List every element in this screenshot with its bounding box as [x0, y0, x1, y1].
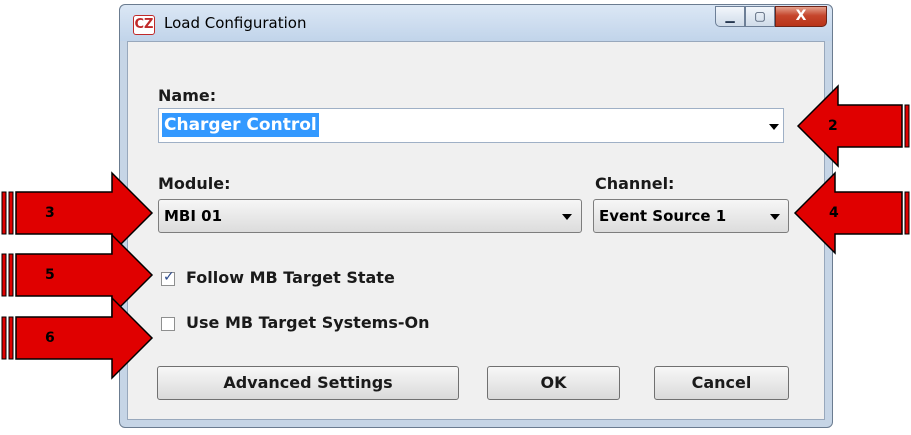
cancel-button[interactable]: Cancel	[654, 366, 789, 400]
annotation-number-5: 5	[45, 267, 55, 283]
name-combobox[interactable]: Charger Control	[158, 108, 784, 143]
advanced-settings-button[interactable]: Advanced Settings	[157, 366, 459, 400]
title-bar[interactable]: CZ Load Configuration ▁ ▢ X	[120, 5, 832, 41]
annotation-number-2: 2	[828, 118, 838, 134]
annotation-number-3: 3	[45, 205, 55, 221]
left-arrow-icon	[793, 171, 910, 255]
systems-on-checkbox[interactable]	[161, 317, 175, 331]
window-title: Load Configuration	[164, 14, 307, 32]
chevron-down-icon	[562, 214, 572, 220]
follow-state-label[interactable]: Follow MB Target State	[186, 268, 395, 287]
systems-on-label[interactable]: Use MB Target Systems-On	[186, 313, 430, 332]
checkmark-icon: ✓	[163, 269, 175, 285]
channel-dropdown-value: Event Source 1	[599, 207, 727, 225]
right-arrow-icon	[1, 296, 154, 380]
minimize-button[interactable]: ▁	[715, 6, 745, 27]
close-button[interactable]: X	[775, 6, 827, 27]
channel-label: Channel:	[595, 174, 675, 193]
minimize-icon: ▁	[725, 9, 735, 23]
module-label: Module:	[158, 174, 231, 193]
follow-state-checkbox[interactable]: ✓	[161, 269, 175, 286]
annotation-number-4: 4	[829, 205, 839, 221]
chevron-down-icon[interactable]	[769, 124, 779, 130]
name-input-value[interactable]: Charger Control	[162, 113, 319, 137]
left-arrow-icon	[796, 84, 910, 168]
maximize-icon: ▢	[754, 9, 766, 23]
name-label: Name:	[158, 86, 217, 105]
load-configuration-window: CZ Load Configuration ▁ ▢ X Name: Charge…	[119, 4, 833, 428]
module-dropdown-value: MBI 01	[164, 207, 223, 225]
close-icon: X	[795, 8, 807, 24]
annotation-number-6: 6	[45, 330, 55, 346]
maximize-button[interactable]: ▢	[745, 6, 775, 27]
dialog-body: Name: Charger Control Module: Channel: M…	[127, 41, 825, 420]
app-logo-icon: CZ	[133, 15, 155, 35]
annotation-arrow-6: 6	[0, 295, 155, 381]
annotation-arrow-2: 2	[796, 83, 911, 169]
annotation-arrow-4: 4	[793, 170, 911, 256]
chevron-down-icon	[770, 214, 780, 220]
channel-dropdown[interactable]: Event Source 1	[593, 199, 789, 233]
module-dropdown[interactable]: MBI 01	[158, 199, 582, 233]
ok-button[interactable]: OK	[487, 366, 620, 400]
